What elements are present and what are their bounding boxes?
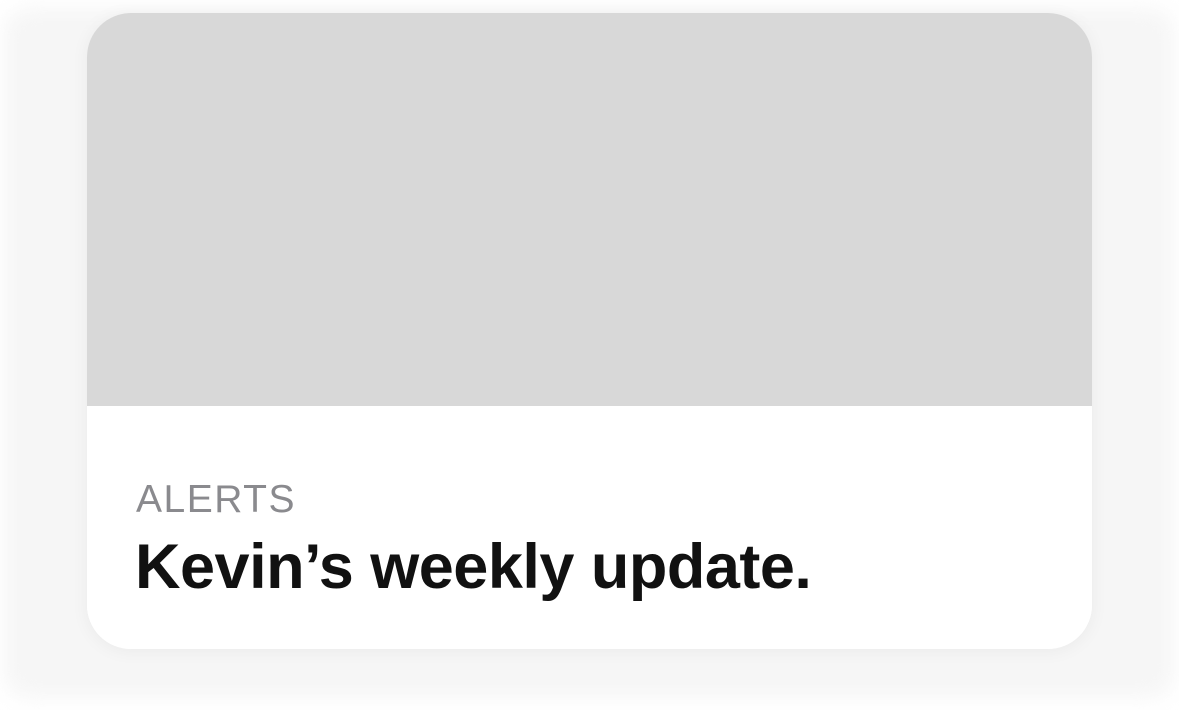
alert-card[interactable]: ALERTS Kevin’s weekly update. <box>87 13 1092 649</box>
card-image-placeholder <box>87 13 1092 406</box>
card-title: Kevin’s weekly update. <box>135 532 812 602</box>
card-body: ALERTS Kevin’s weekly update. <box>87 406 1092 649</box>
card-category-label: ALERTS <box>136 478 297 521</box>
